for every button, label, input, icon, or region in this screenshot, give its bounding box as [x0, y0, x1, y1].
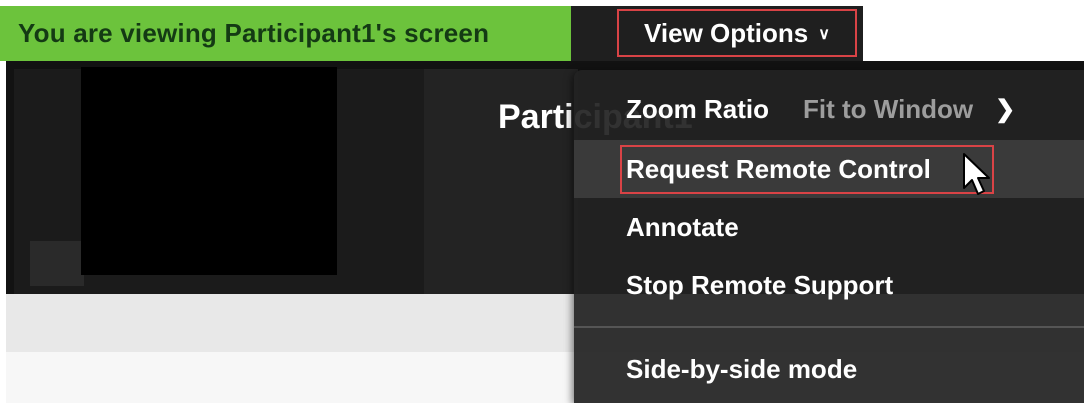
stop-remote-support-label: Stop Remote Support [626, 269, 894, 300]
zoom-ratio-value: Fit to Window [803, 93, 974, 124]
top-right-blank [863, 0, 1084, 61]
annotate-label: Annotate [626, 211, 739, 242]
screen-share-view: You are viewing Participant1's screen Vi… [0, 0, 1084, 403]
mouse-pointer-icon [963, 153, 990, 195]
view-options-menu: Zoom Ratio Fit to Window ❯ Request Remot… [574, 70, 1084, 403]
menu-item-stop-remote-support[interactable]: Stop Remote Support [574, 256, 1084, 314]
menu-divider [574, 326, 1084, 328]
menu-item-request-remote-control[interactable]: Request Remote Control [574, 140, 1084, 198]
shared-panel-small [30, 241, 84, 286]
zoom-ratio-label: Zoom Ratio [626, 93, 769, 124]
viewing-banner-text: You are viewing Participant1's screen [18, 18, 490, 48]
chevron-right-icon: ❯ [995, 95, 1016, 123]
request-remote-control-label: Request Remote Control [626, 153, 931, 184]
menu-item-side-by-side-mode[interactable]: Side-by-side mode [574, 340, 1084, 398]
menu-item-annotate[interactable]: Annotate [574, 198, 1084, 256]
menu-item-zoom-ratio[interactable]: Zoom Ratio Fit to Window ❯ [574, 80, 1084, 138]
video-tile [81, 67, 337, 275]
chevron-down-icon: ∨ [818, 26, 830, 43]
view-options-button[interactable]: View Options ∨ [617, 9, 857, 57]
side-by-side-mode-label: Side-by-side mode [626, 353, 858, 384]
viewing-banner: You are viewing Participant1's screen [0, 6, 571, 61]
view-options-label: View Options [644, 17, 809, 48]
